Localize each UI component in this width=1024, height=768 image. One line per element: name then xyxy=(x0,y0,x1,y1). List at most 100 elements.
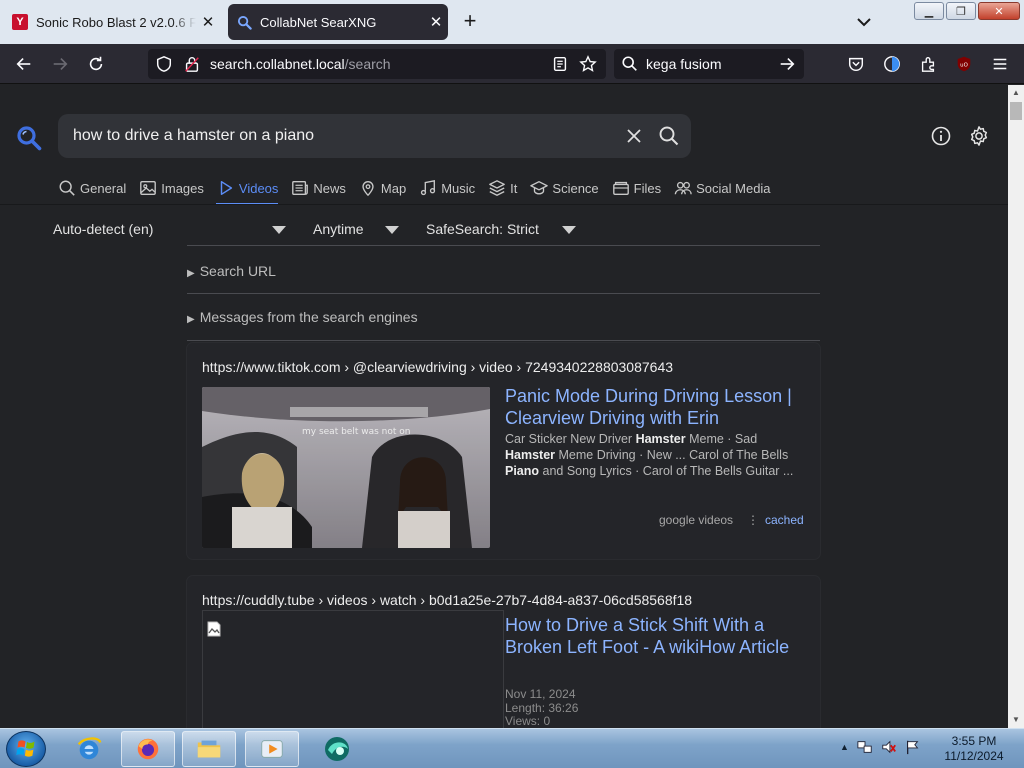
highlighted-term: Hamster xyxy=(505,448,556,462)
hamburger-menu-icon[interactable] xyxy=(990,54,1010,74)
searxng-results-page: how to drive a hamster on a piano Genera… xyxy=(0,85,1008,728)
divider xyxy=(187,340,820,341)
lock-icon[interactable] xyxy=(182,54,202,74)
taskbar-media-player[interactable] xyxy=(245,731,299,767)
clear-search-icon[interactable] xyxy=(624,126,644,146)
category-tabs: General Images Videos News Map Music It xyxy=(58,175,784,205)
search-submit-icon[interactable] xyxy=(658,125,680,147)
scrollbar-thumb[interactable] xyxy=(1010,102,1022,120)
window-controls: ▁ ❐ ✕ xyxy=(914,2,1020,20)
people-icon xyxy=(674,181,692,195)
chevron-down-icon[interactable] xyxy=(852,12,876,32)
chevron-down-icon[interactable] xyxy=(385,226,399,234)
safesearch-select[interactable]: SafeSearch: Strict xyxy=(426,221,539,237)
search-query-text: how to drive a hamster on a piano xyxy=(73,127,315,144)
tab-images[interactable]: Images xyxy=(139,175,204,201)
system-clock[interactable]: 3:55 PM 11/12/2024 xyxy=(934,734,1014,764)
map-pin-icon xyxy=(362,181,374,197)
show-hidden-icons-icon[interactable]: ▲ xyxy=(840,742,849,752)
tab-collabnet-searxng[interactable]: CollabNet SearXNG ✕ xyxy=(228,4,448,40)
video-thumbnail[interactable]: my seat belt was not on xyxy=(202,387,490,548)
divider xyxy=(187,245,820,246)
play-icon xyxy=(220,180,233,196)
search-url-toggle[interactable]: ▶ Search URL xyxy=(187,263,276,279)
video-thumbnail[interactable] xyxy=(202,610,504,728)
search-icon xyxy=(620,54,640,74)
layers-icon xyxy=(489,180,506,196)
minimize-button[interactable]: ▁ xyxy=(914,2,944,20)
action-center-flag-icon[interactable] xyxy=(905,739,921,755)
result-url[interactable]: https://cuddly.tube › videos › watch › b… xyxy=(202,592,692,608)
restore-button[interactable]: ❐ xyxy=(946,2,976,20)
reload-icon[interactable] xyxy=(86,54,106,74)
arrow-right-icon[interactable] xyxy=(777,54,797,74)
tab-it[interactable]: It xyxy=(488,175,517,201)
result-url[interactable]: https://www.tiktok.com › @clearviewdrivi… xyxy=(202,359,673,375)
snippet-text: Meme Driving · New ... Carol of The Bell… xyxy=(555,448,789,462)
tab-music[interactable]: Music xyxy=(419,175,475,201)
network-icon[interactable] xyxy=(857,739,873,755)
taskbar-firefox[interactable] xyxy=(121,731,175,767)
shield-icon[interactable] xyxy=(154,54,174,74)
chevron-down-icon[interactable] xyxy=(272,226,286,234)
close-window-button[interactable]: ✕ xyxy=(978,2,1020,20)
cached-link[interactable]: cached xyxy=(765,513,804,527)
highlighted-term: Piano xyxy=(505,464,540,478)
tab-sonic-robo-blast[interactable]: Y Sonic Robo Blast 2 v2.0.6 Full file ✕ xyxy=(4,4,220,40)
tab-general[interactable]: General xyxy=(58,175,126,201)
svg-text:uO: uO xyxy=(960,63,968,69)
taskbar-internet-explorer[interactable] xyxy=(62,731,116,767)
pocket-icon[interactable] xyxy=(846,54,866,74)
result-views: Views: 0 xyxy=(505,714,551,728)
clock-date: 11/12/2024 xyxy=(944,749,1004,763)
tab-science[interactable]: Science xyxy=(530,175,599,201)
close-icon[interactable]: ✕ xyxy=(424,13,448,31)
search-input[interactable]: how to drive a hamster on a piano xyxy=(58,114,691,158)
internet-explorer-icon xyxy=(77,737,102,760)
new-tab-button[interactable]: + xyxy=(458,10,482,34)
page-scrollbar[interactable]: ▲ ▼ xyxy=(1008,85,1024,728)
windows-taskbar: ▲ 3:55 PM 11/12/2024 xyxy=(0,728,1024,768)
divider xyxy=(187,293,820,294)
tab-videos[interactable]: Videos xyxy=(215,175,278,205)
extensions-icon[interactable] xyxy=(918,54,938,74)
back-icon[interactable] xyxy=(14,54,34,74)
reader-view-icon[interactable] xyxy=(550,54,570,74)
browser-search-bar[interactable]: kega fusiom xyxy=(614,49,804,79)
gear-icon[interactable] xyxy=(968,125,990,147)
volume-muted-icon[interactable] xyxy=(881,739,897,755)
time-range-select[interactable]: Anytime xyxy=(313,221,364,237)
url-text: search.collabnet.local/search xyxy=(210,56,391,72)
language-select[interactable]: Auto-detect (en) xyxy=(53,221,153,237)
searxng-logo-icon[interactable] xyxy=(16,125,42,151)
bookmark-star-icon[interactable] xyxy=(578,54,598,74)
browser-search-value: kega fusiom xyxy=(646,56,722,72)
result-snippet: Car Sticker New Driver Hamster Meme · Sa… xyxy=(505,431,805,479)
chevron-down-icon[interactable] xyxy=(562,226,576,234)
account-icon[interactable] xyxy=(882,54,902,74)
snippet-text: Car Sticker New Driver xyxy=(505,432,636,446)
taskbar-app[interactable] xyxy=(310,731,364,767)
address-bar[interactable]: search.collabnet.local/search xyxy=(148,49,606,79)
tab-map[interactable]: Map xyxy=(359,175,406,201)
close-icon[interactable]: ✕ xyxy=(196,13,220,31)
scroll-up-icon[interactable]: ▲ xyxy=(1008,85,1024,101)
engine-messages-toggle[interactable]: ▶ Messages from the search engines xyxy=(187,309,418,325)
separator-dots-icon: ⋮ xyxy=(747,513,759,527)
tab-files[interactable]: Files xyxy=(612,175,661,201)
browser-tab-bar: Y Sonic Robo Blast 2 v2.0.6 Full file ✕ … xyxy=(0,0,1024,44)
srb2-icon: Y xyxy=(12,14,28,30)
start-button[interactable] xyxy=(6,731,46,767)
tab-news[interactable]: News xyxy=(291,175,346,201)
ublock-origin-icon[interactable]: uO xyxy=(954,54,974,74)
broken-image-icon xyxy=(207,621,221,637)
tab-social-media[interactable]: Social Media xyxy=(674,175,771,201)
taskbar-file-explorer[interactable] xyxy=(182,731,236,767)
result-title-link[interactable]: Panic Mode During Driving Lesson | Clear… xyxy=(505,385,805,429)
info-icon[interactable] xyxy=(930,125,952,147)
graduation-cap-icon xyxy=(530,181,549,195)
scroll-down-icon[interactable]: ▼ xyxy=(1008,712,1024,728)
forward-icon[interactable] xyxy=(50,54,70,74)
files-icon xyxy=(612,181,629,195)
result-title-link[interactable]: How to Drive a Stick Shift With a Broken… xyxy=(505,614,805,658)
